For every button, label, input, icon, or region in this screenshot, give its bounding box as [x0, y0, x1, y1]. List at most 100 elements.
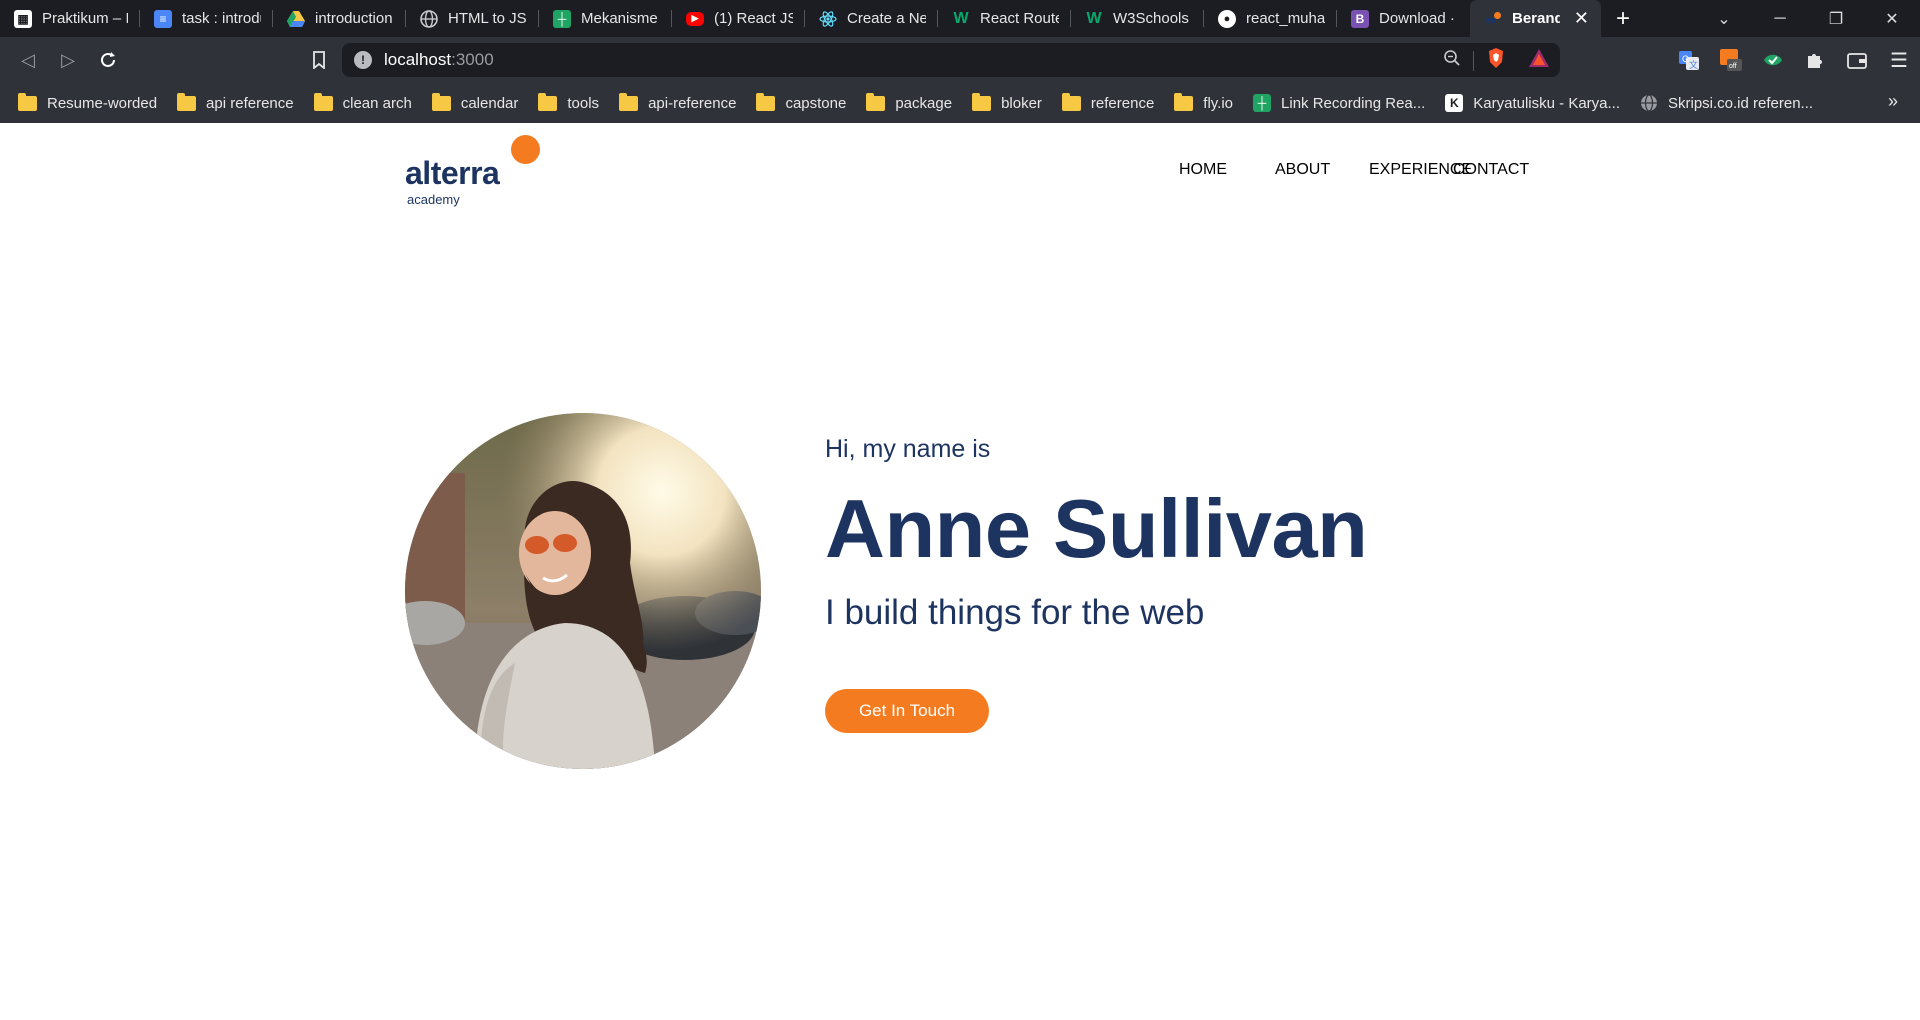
- karyatulisku-icon: K: [1445, 94, 1464, 112]
- zoom-icon[interactable]: [1443, 49, 1461, 72]
- bookmark-folder[interactable]: capstone: [756, 92, 847, 112]
- praktikum-icon: ▦: [14, 9, 32, 28]
- tab-html-to-jsx[interactable]: HTML to JSX: [406, 0, 539, 37]
- close-window-icon[interactable]: ✕: [1864, 9, 1920, 29]
- google-sheets-icon: ┼: [1253, 94, 1272, 112]
- tab-introduction[interactable]: introduction: [273, 0, 406, 37]
- bookmark-label: calendar: [460, 94, 519, 112]
- folder-icon: [1174, 92, 1194, 111]
- bookmark-link[interactable]: K Karyatulisku - Karya...: [1445, 94, 1620, 112]
- tab-create-new[interactable]: Create a New: [805, 0, 938, 37]
- new-tab-icon[interactable]: +: [1601, 0, 1645, 37]
- tab-react-router[interactable]: W React Router: [938, 0, 1071, 37]
- bookmark-label: api reference: [206, 94, 294, 112]
- bookmark-folder[interactable]: api reference: [177, 92, 294, 112]
- bookmark-label: bloker: [1001, 94, 1042, 112]
- minimize-icon[interactable]: ─: [1752, 10, 1808, 28]
- bookmark-folder[interactable]: tools: [538, 92, 599, 112]
- bookmark-folder[interactable]: Resume-worded: [18, 92, 158, 112]
- bookmark-page-icon[interactable]: [302, 43, 336, 77]
- alterra-academy-logo[interactable]: alterra academy: [405, 135, 545, 207]
- nav-link-home[interactable]: HOME: [1179, 161, 1227, 179]
- nav-link-contact[interactable]: CONTACT: [1453, 161, 1529, 179]
- globe-icon: [420, 9, 438, 28]
- web-page: alterra academy HOME ABOUT EXPERIENCE CO…: [0, 123, 1920, 1020]
- w3schools-icon: W: [1086, 9, 1102, 27]
- tab-label: Praktikum – I: [42, 10, 128, 27]
- bookmark-label: Link Recording Rea...: [1281, 94, 1426, 112]
- profile-photo: [405, 413, 761, 769]
- svg-text:文: 文: [1689, 59, 1698, 70]
- tab-strip: ▦ Praktikum – I ≡ task : introdu introdu…: [0, 0, 1920, 37]
- bookmark-link[interactable]: ┼ Link Recording Rea...: [1253, 94, 1425, 112]
- tab-mekanisme[interactable]: ┼ Mekanisme I: [539, 0, 672, 37]
- globe-icon: [1640, 94, 1658, 112]
- tab-task-introduction[interactable]: ≡ task : introdu: [140, 0, 273, 37]
- tab-react-js-youtube[interactable]: ▶ (1) React JS D: [672, 0, 805, 37]
- back-icon[interactable]: ◁: [8, 40, 48, 80]
- tab-w3schools[interactable]: W W3Schools T: [1071, 0, 1204, 37]
- bookmark-label: Resume-worded: [47, 94, 158, 112]
- github-icon: ●: [1218, 9, 1236, 28]
- tab-label: HTML to JSX: [448, 10, 527, 27]
- grammar-extension-icon[interactable]: [1752, 43, 1794, 77]
- nav-link-about[interactable]: ABOUT: [1275, 161, 1330, 179]
- brave-rewards-icon[interactable]: [1528, 48, 1550, 73]
- bookmark-folder[interactable]: calendar: [431, 92, 519, 112]
- site-header: alterra academy HOME ABOUT EXPERIENCE CO…: [405, 135, 1529, 215]
- tab-label: React Router: [980, 10, 1059, 27]
- address-bar[interactable]: ! localhost:3000: [342, 43, 1560, 77]
- tab-label: task : introdu: [182, 10, 261, 27]
- bookmark-folder[interactable]: clean arch: [313, 92, 412, 112]
- youtube-icon: ▶: [686, 11, 704, 26]
- bookmark-folder[interactable]: package: [866, 92, 952, 112]
- react-icon: [819, 10, 837, 28]
- folder-icon: [1061, 92, 1081, 111]
- bookmark-label: reference: [1090, 94, 1155, 112]
- wallet-icon[interactable]: [1836, 43, 1878, 77]
- tab-label: Download · B: [1379, 10, 1458, 27]
- folder-icon: [313, 92, 333, 111]
- extensions-puzzle-icon[interactable]: [1794, 43, 1836, 77]
- folder-icon: [619, 92, 639, 111]
- hero-name: Anne Sullivan: [825, 482, 1368, 575]
- bookmark-folder[interactable]: fly.io: [1174, 92, 1233, 112]
- brave-shields-icon[interactable]: [1486, 47, 1506, 74]
- w3schools-icon: W: [953, 9, 969, 27]
- alterra-icon: [1484, 10, 1502, 28]
- bookmark-folder[interactable]: bloker: [972, 92, 1042, 112]
- tab-search-icon[interactable]: ⌄: [1696, 9, 1752, 29]
- google-translate-icon[interactable]: G文: [1668, 43, 1710, 77]
- pdf-off-extension-icon[interactable]: off: [1710, 43, 1752, 77]
- restore-icon[interactable]: ❐: [1808, 9, 1864, 29]
- bookmark-label: Karyatulisku - Karya...: [1473, 94, 1620, 112]
- window-controls: ⌄ ─ ❐ ✕: [1696, 0, 1920, 37]
- tab-github-react[interactable]: ● react_muham: [1204, 0, 1337, 37]
- bookmark-link[interactable]: Skripsi.co.id referen...: [1640, 94, 1813, 112]
- logo-wordmark: alterra: [405, 155, 500, 191]
- logo-subtitle: academy: [407, 192, 460, 207]
- url-host: localhost: [384, 50, 452, 69]
- tab-label: introduction: [315, 10, 393, 27]
- google-sheets-icon: ┼: [553, 9, 571, 28]
- tab-praktikum[interactable]: ▦ Praktikum – I: [0, 0, 140, 37]
- hero-greeting: Hi, my name is: [825, 435, 991, 463]
- bookmark-folder[interactable]: api-reference: [619, 92, 736, 112]
- menu-icon[interactable]: ☰: [1878, 43, 1920, 77]
- bookmarks-bar: Resume-worded api reference clean arch c…: [0, 83, 1920, 123]
- bookmark-label: capstone: [785, 94, 847, 112]
- get-in-touch-button[interactable]: Get In Touch: [825, 689, 989, 733]
- close-tab-icon[interactable]: ✕: [1574, 8, 1589, 29]
- tab-beranda[interactable]: Beranda ✕: [1470, 0, 1601, 37]
- hero-tagline: I build things for the web: [825, 593, 1205, 632]
- more-bookmarks-button[interactable]: »: [1888, 91, 1898, 112]
- svg-text:G: G: [1682, 54, 1689, 64]
- reload-icon[interactable]: [88, 40, 128, 80]
- url-port: :3000: [451, 50, 494, 69]
- tab-bootstrap-download[interactable]: B Download · B: [1337, 0, 1470, 37]
- forward-icon[interactable]: ▷: [48, 40, 88, 80]
- bookmark-folder[interactable]: reference: [1061, 92, 1155, 112]
- site-info-icon[interactable]: !: [354, 51, 372, 69]
- logo-dot: [511, 135, 540, 164]
- folder-icon: [972, 92, 992, 111]
